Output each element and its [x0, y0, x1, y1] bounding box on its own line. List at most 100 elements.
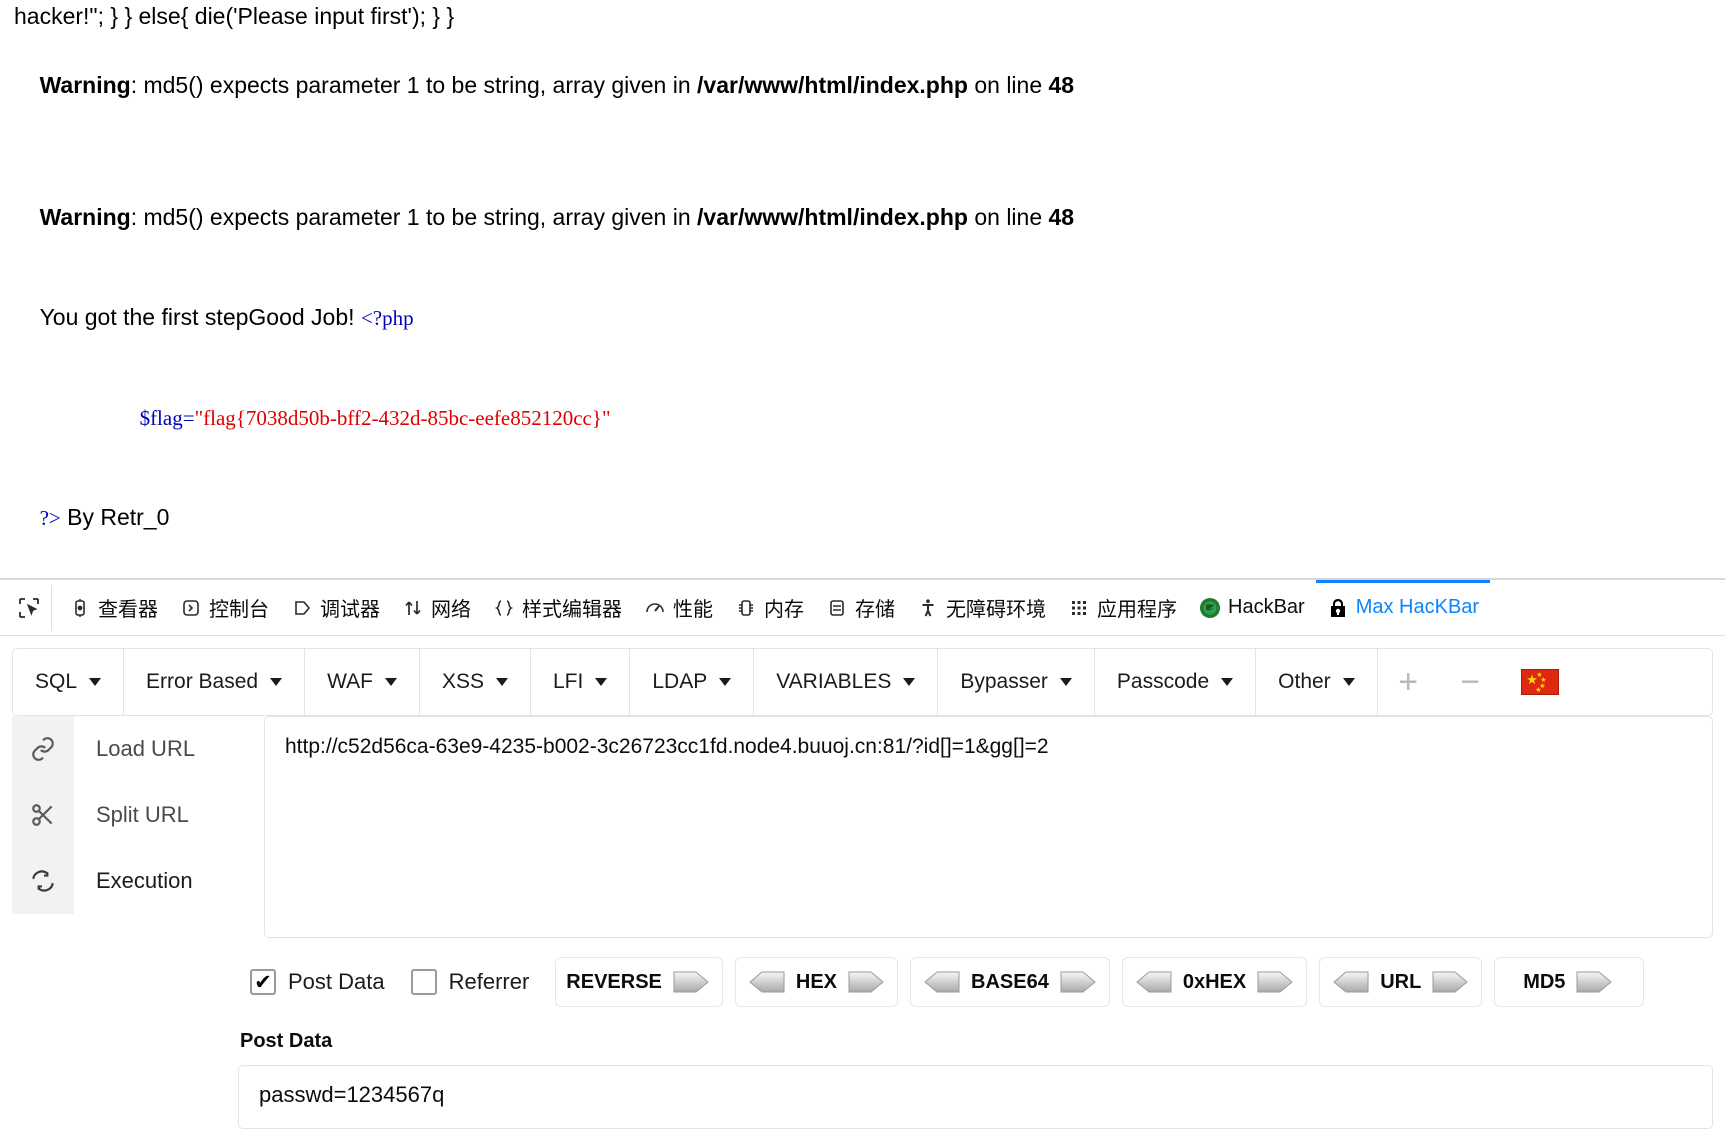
plus-icon: + — [1398, 662, 1419, 701]
dropdown-label: XSS — [441, 670, 484, 693]
hackbar-options-row: ✔ Post Data Referrer REVERSE HEX BASE64 … — [250, 956, 1713, 1008]
php-result-line: You got the first stepGood Job! <?php — [14, 267, 1711, 367]
encoder-url[interactable]: URL — [1319, 957, 1483, 1007]
encode-arrow-icon[interactable] — [1431, 969, 1471, 995]
hackbar-icon — [1199, 597, 1221, 619]
post-data-checkbox[interactable]: ✔ Post Data — [250, 969, 385, 995]
hackbar-url-row: Load URL Split URL Execution http://c52d… — [12, 716, 1713, 938]
warning-online-text: on line — [967, 203, 1049, 230]
devtools-tab-label: HackBar — [1228, 596, 1305, 618]
load-url-button[interactable]: Load URL — [12, 716, 262, 782]
warning-file-path: /var/www/html/index.php — [697, 71, 968, 98]
decode-arrow-icon[interactable] — [746, 969, 786, 995]
devtools-tab-debugger[interactable]: 调试器 — [280, 580, 391, 635]
chevron-down-icon — [1221, 678, 1234, 686]
encoder-md5[interactable]: MD5 — [1494, 957, 1645, 1007]
php-warning-1: Warning: md5() expects parameter 1 to be… — [14, 35, 1711, 135]
dropdown-error-based[interactable]: Error Based — [124, 649, 306, 715]
dropdown-label: WAF — [327, 670, 373, 693]
devtools-tab-hackbar[interactable]: HackBar — [1188, 580, 1316, 635]
dropdown-waf[interactable]: WAF — [305, 649, 420, 715]
warning-online-text: on line — [967, 71, 1049, 98]
action-label: Execution — [96, 868, 193, 893]
encoder-base64[interactable]: BASE64 — [910, 957, 1110, 1007]
devtools-tab-accessibility[interactable]: 无障碍环境 — [906, 580, 1057, 635]
devtools-tab-label: Max HacKBar — [1355, 596, 1480, 618]
dropdown-sql[interactable]: SQL — [13, 649, 125, 715]
encoder-reverse[interactable]: REVERSE — [555, 957, 723, 1007]
devtools-tab-label: 网络 — [431, 599, 471, 621]
warning-text: : md5() expects parameter 1 to be string… — [130, 203, 698, 230]
devtools-tab-performance[interactable]: 性能 — [633, 580, 724, 635]
dropdown-passcode[interactable]: Passcode — [1095, 649, 1257, 715]
php-output-line-1: hacker!"; } } else{ die('Please input fi… — [14, 3, 455, 29]
encoder-hex[interactable]: HEX — [734, 957, 899, 1007]
language-button[interactable]: ★ ★ ★ ★ ★ — [1502, 649, 1572, 715]
element-picker-icon[interactable] — [6, 584, 52, 631]
devtools-tab-label: 内存 — [764, 599, 804, 621]
remove-tab-button[interactable]: − — [1440, 649, 1502, 715]
chevron-down-icon — [384, 678, 397, 686]
split-url-button[interactable]: Split URL — [12, 782, 262, 848]
hackbar-post-data-section: Post Data passwd=1234567q — [238, 1030, 1713, 1129]
decode-arrow-icon[interactable] — [921, 969, 961, 995]
chevron-down-icon — [1059, 678, 1072, 686]
encoder-label: 0xHEX — [1182, 970, 1247, 993]
devtools-tab-label: 控制台 — [209, 599, 269, 621]
dropdown-variables[interactable]: VARIABLES — [754, 649, 939, 715]
encode-arrow-icon[interactable] — [1256, 969, 1296, 995]
devtools-tab-max-hackbar[interactable]: Max HacKBar — [1316, 580, 1490, 635]
devtools-tab-memory[interactable]: 内存 — [724, 580, 815, 635]
encoder-0xhex[interactable]: 0xHEX — [1121, 957, 1308, 1007]
add-tab-button[interactable]: + — [1378, 649, 1440, 715]
action-label: Load URL — [96, 736, 196, 761]
devtools-tab-network[interactable]: 网络 — [391, 580, 482, 635]
chevron-down-icon — [719, 678, 732, 686]
devtools-tab-console[interactable]: 控制台 — [169, 580, 280, 635]
devtools-tab-application[interactable]: 应用程序 — [1057, 580, 1188, 635]
hackbar-action-list: Load URL Split URL Execution — [12, 716, 262, 938]
devtools-tab-label: 无障碍环境 — [946, 599, 1046, 621]
encode-arrow-icon[interactable] — [1575, 969, 1615, 995]
checkbox-label: Post Data — [288, 969, 385, 994]
devtools-tab-storage[interactable]: 存储 — [815, 580, 906, 635]
devtools-tab-inspector[interactable]: 查看器 — [58, 580, 169, 635]
dropdown-xss[interactable]: XSS — [420, 649, 531, 715]
dropdown-bypasser[interactable]: Bypasser — [938, 649, 1095, 715]
chevron-down-icon — [496, 678, 508, 686]
action-label: Split URL — [96, 802, 189, 827]
devtools-tabbar: 查看器 控制台 调试器 网络 样式编辑器 性能 内存 存储 无障碍环境 应用程序… — [0, 580, 1725, 636]
dropdown-other[interactable]: Other — [1256, 649, 1378, 715]
decode-arrow-icon[interactable] — [1330, 969, 1370, 995]
dropdown-label: Bypasser — [960, 670, 1048, 693]
encoder-label: MD5 — [1523, 970, 1566, 993]
link-icon — [12, 716, 74, 782]
post-data-label: Post Data — [240, 1030, 333, 1052]
scissors-icon — [12, 782, 74, 848]
php-flag-value: "flag{7038d50b-bff2-432d-85bc-eefe852120… — [194, 405, 611, 430]
url-input[interactable]: http://c52d56ca-63e9-4235-b002-3c26723cc… — [264, 716, 1713, 938]
debugger-icon — [291, 597, 313, 619]
devtools-tab-style-editor[interactable]: 样式编辑器 — [482, 580, 633, 635]
referrer-checkbox[interactable]: Referrer — [410, 969, 529, 995]
encode-arrow-icon[interactable] — [672, 969, 712, 995]
warning-label: Warning — [39, 203, 131, 230]
devtools-tab-label: 查看器 — [98, 599, 158, 621]
style-editor-icon — [493, 597, 515, 619]
post-data-input[interactable]: passwd=1234567q — [238, 1065, 1713, 1129]
php-close-tag: ?> — [39, 505, 61, 530]
devtools-tab-label: 样式编辑器 — [522, 599, 622, 621]
dropdown-ldap[interactable]: LDAP — [630, 649, 755, 715]
encode-arrow-icon[interactable] — [1059, 969, 1099, 995]
execution-button[interactable]: Execution — [12, 848, 262, 914]
dropdown-lfi[interactable]: LFI — [531, 649, 631, 715]
php-flag-line: $flag="flag{7038d50b-bff2-432d-85bc-eefe… — [14, 367, 1711, 467]
encode-arrow-icon[interactable] — [847, 969, 887, 995]
inspector-icon — [69, 597, 91, 619]
result-message: You got the first stepGood Job! — [39, 303, 361, 330]
dropdown-label: Error Based — [146, 670, 259, 693]
dropdown-label: LFI — [553, 670, 584, 693]
hackbar-payload-dropdowns: SQL Error Based WAF XSS LFI LDAP VARIABL… — [12, 648, 1713, 716]
decode-arrow-icon[interactable] — [1133, 969, 1173, 995]
